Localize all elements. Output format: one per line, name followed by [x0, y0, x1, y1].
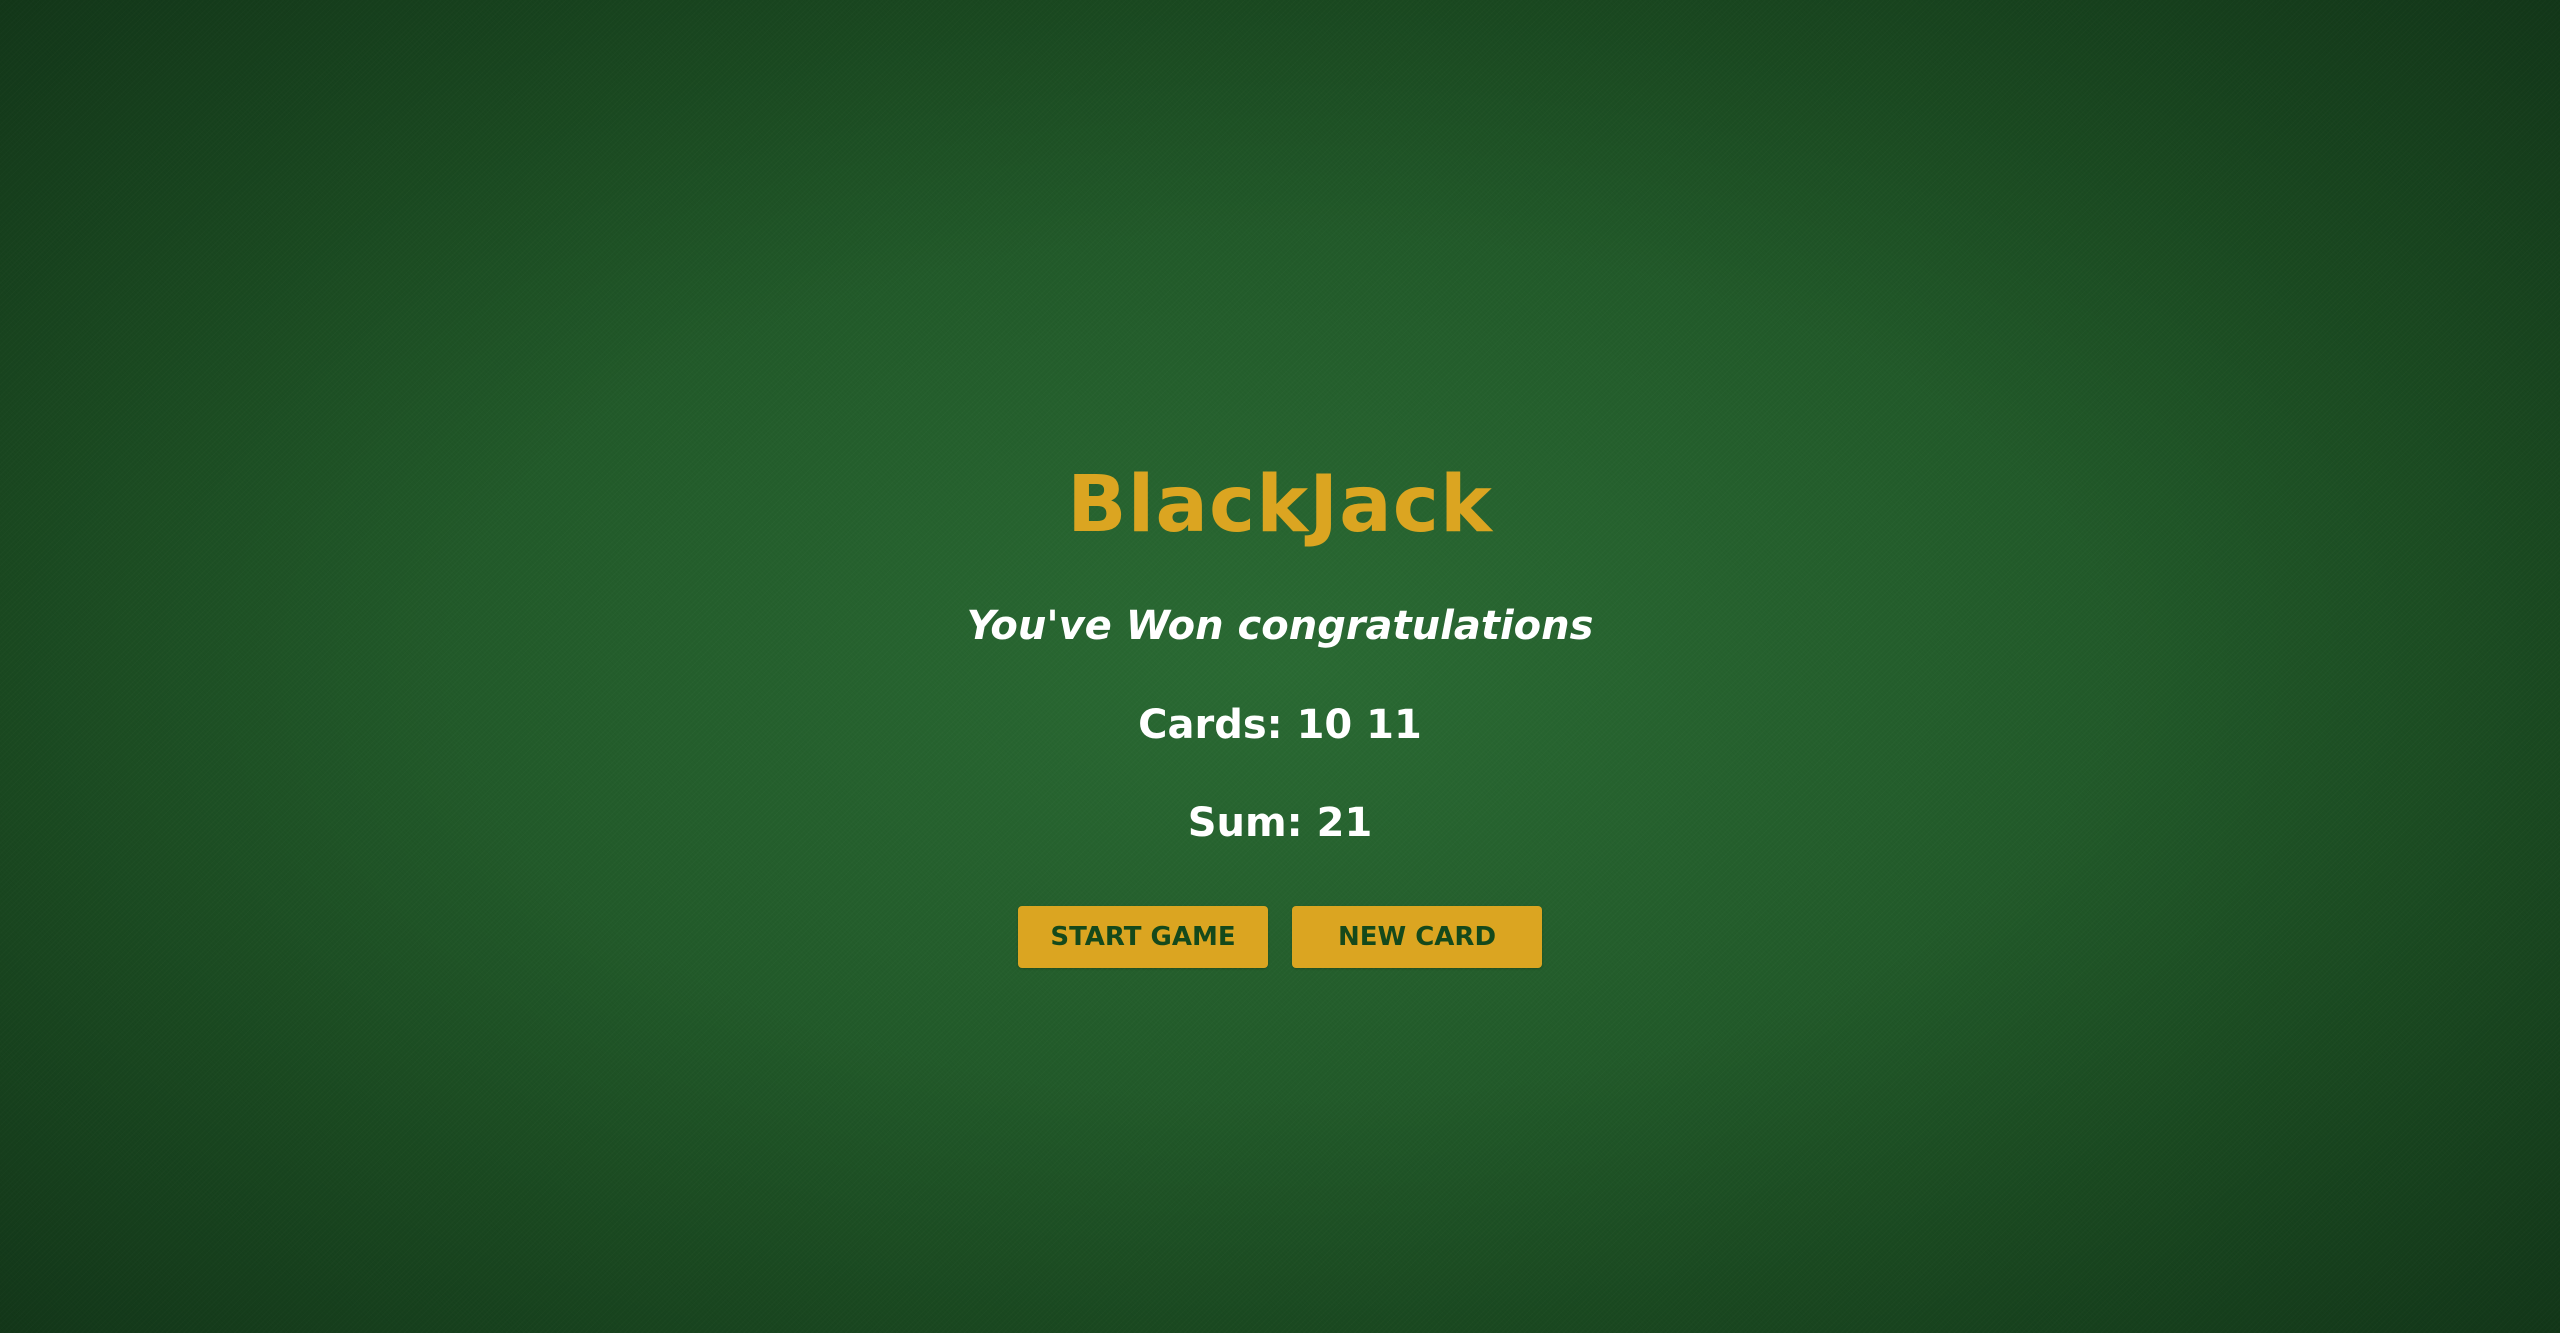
table-vignette — [0, 0, 2560, 1333]
game-title: BlackJack — [1067, 460, 1493, 550]
felt-texture — [0, 0, 2560, 1333]
start-game-button[interactable]: START GAME — [1018, 906, 1268, 968]
game-message: You've Won congratulations — [966, 603, 1594, 649]
action-buttons: START GAME NEW CARD — [1018, 906, 1542, 968]
new-card-button[interactable]: NEW CARD — [1292, 906, 1542, 968]
cards-display: Cards: 10 11 — [1138, 702, 1422, 748]
sum-display: Sum: 21 — [1187, 800, 1373, 846]
